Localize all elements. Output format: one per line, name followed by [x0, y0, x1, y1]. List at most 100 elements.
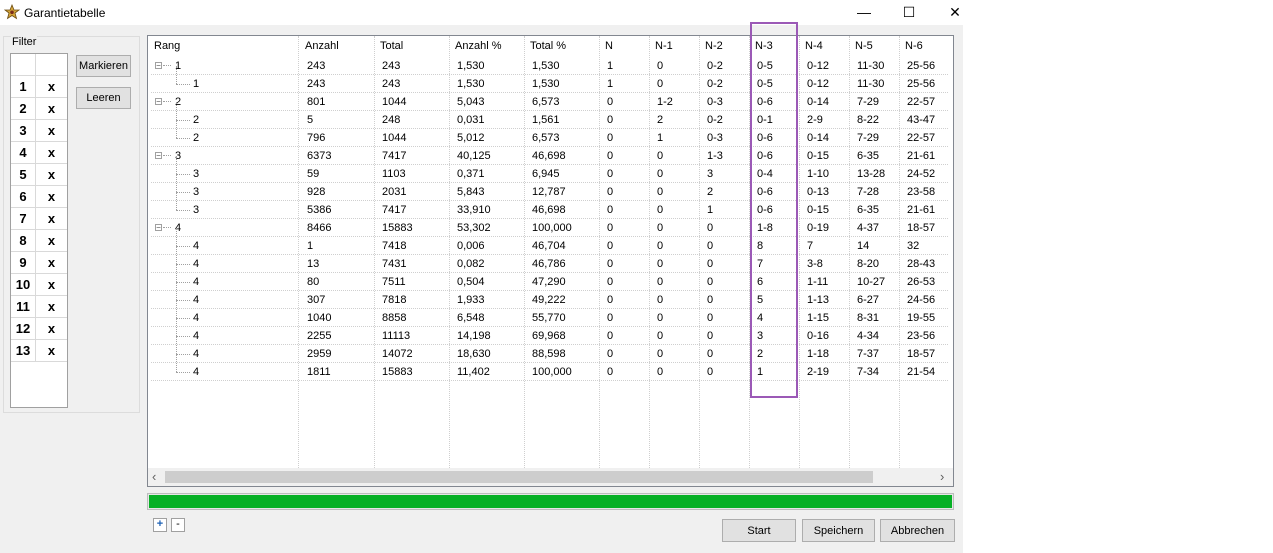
collapse-node-icon[interactable]: −: [155, 152, 162, 160]
tree-group-row[interactable]: −2 801 1044 5,043 6,573 0 1-2 0-3 0-6 0-14 7-29 22-…: [148, 93, 953, 111]
filter-row-mark[interactable]: x: [36, 164, 67, 186]
filter-row-mark[interactable]: x: [36, 296, 67, 318]
filter-row[interactable]: 7x: [11, 208, 67, 230]
tree-child-row[interactable]: 4 307 7818 1,933 49,222 0 0 0 5 1-13 6-27 24-56: [148, 282, 953, 309]
column-header[interactable]: N-4: [805, 40, 823, 52]
cell-anzahl-: 5,012: [457, 132, 485, 144]
filter-row-mark[interactable]: x: [36, 120, 67, 142]
filter-row-mark[interactable]: x: [36, 252, 67, 274]
collapse-node-icon[interactable]: −: [155, 98, 162, 106]
filter-row-mark[interactable]: x: [36, 318, 67, 340]
tree-child-row[interactable]: 3 928 2031 5,843 12,787 0 0 2 0-6 0-13 7-28 23-58: [148, 174, 953, 201]
cell-n-4: 0-15: [807, 204, 830, 216]
cell-n-5: 6-35: [857, 150, 880, 162]
filter-row-mark[interactable]: x: [36, 142, 67, 164]
tree-child-row[interactable]: 1 243 243 1,530 1,530 1 0 0-2 0-5 0-12 11-30 25-56: [148, 66, 953, 93]
filter-row[interactable]: 11 x: [11, 296, 67, 318]
filter-row-mark[interactable]: x: [36, 230, 67, 252]
horizontal-scrollbar[interactable]: ‹ ›: [148, 468, 953, 486]
column-header[interactable]: Rang: [154, 40, 180, 52]
cell-n: 0: [607, 204, 614, 216]
column-header[interactable]: N-5: [855, 40, 873, 52]
start-button[interactable]: Start: [722, 519, 796, 542]
tree-child-row[interactable]: 3 59 1103 0,371 6,945 0 0 3 0-4 1-10 13-28 24-52: [148, 156, 953, 183]
filter-list[interactable]: 1 x 2 x 3 x 4 x 5 x 6 x 7 x 8 x 9 x 10 x 11 x 12 x 13 x: [10, 53, 68, 408]
expand-all-button[interactable]: +: [153, 518, 167, 532]
tree-child-row[interactable]: 4 1040 8858 6,548 55,770 0 0 0 4 1-15 8-31 19-55: [148, 300, 953, 327]
column-header[interactable]: N: [605, 40, 613, 52]
tree-connector: [176, 192, 177, 210]
cell-n-2: 0-2: [707, 60, 723, 72]
filter-row-number: 10: [11, 274, 36, 296]
cancel-button[interactable]: Abbrechen: [880, 519, 955, 542]
filter-row[interactable]: 8x: [11, 230, 67, 252]
scroll-thumb[interactable]: [165, 471, 873, 483]
column-header[interactable]: N-1: [655, 40, 673, 52]
tree-group-row[interactable]: −3 6373 7417 40,125 46,698 0 0 1-3 0-6 0-15 6-35 21…: [148, 147, 953, 165]
filter-row[interactable]: 13 x: [11, 340, 67, 362]
cell-total: 1044: [382, 96, 407, 108]
save-button[interactable]: Speichern: [802, 519, 875, 542]
filter-row-mark[interactable]: x: [36, 208, 67, 230]
clear-button[interactable]: Leeren: [76, 87, 131, 109]
cell-n-2: 0-2: [707, 114, 723, 126]
column-header[interactable]: N-2: [705, 40, 723, 52]
collapse-node-icon[interactable]: −: [155, 224, 162, 232]
cell-n-1: 0: [657, 330, 664, 342]
cell-total: 11113: [382, 330, 411, 342]
tree-child-row[interactable]: 4 2255 11113 14,198 69,968 0 0 0 3 0-16 4-34 23-56: [148, 318, 953, 345]
cell-n-5: 7-29: [857, 132, 880, 144]
cell-n-1: 0: [657, 276, 664, 288]
filter-row-number: 2: [11, 98, 36, 120]
collapse-node-icon[interactable]: −: [155, 62, 162, 70]
cell-total-: 1,561: [532, 114, 560, 126]
filter-row[interactable]: 1x: [11, 76, 67, 98]
scroll-left-icon[interactable]: ‹: [152, 469, 156, 484]
tree-group-row[interactable]: −1 243 243 1,530 1,530 1 0 0-2 0-5 0-12 11-30 25-56: [148, 57, 953, 75]
cell-n-1: 0: [657, 60, 664, 72]
cell-anzahl-: 5,843: [457, 186, 485, 198]
filter-row[interactable]: 12 x: [11, 318, 67, 340]
tree-child-row[interactable]: 3 5386 7417 33,910 46,698 0 0 1 0-6 0-15 6-35 21-61: [148, 192, 953, 219]
collapse-all-button[interactable]: -: [171, 518, 185, 532]
cell-n: 1: [607, 78, 614, 90]
filter-row-mark[interactable]: x: [36, 98, 67, 120]
filter-row-mark[interactable]: x: [36, 274, 67, 296]
filter-row[interactable]: 9x: [11, 252, 67, 274]
column-header[interactable]: Total: [380, 40, 403, 52]
cell-n-5: 7-37: [857, 348, 880, 360]
cell-total: 2031: [382, 186, 407, 198]
filter-row[interactable]: 6x: [11, 186, 67, 208]
tree-child-row[interactable]: 2 5 248 0,031 1,561 0 2 0-2 0-1 2-9 8-22 43-47: [148, 102, 953, 129]
mark-button[interactable]: Markieren: [76, 55, 131, 77]
column-header[interactable]: N-6: [905, 40, 923, 52]
tree-child-row[interactable]: 4 1811 15883 11,402 100,000 0 0 0 1 2-19 7-34 21-54: [148, 354, 953, 381]
scroll-right-icon[interactable]: ›: [940, 469, 944, 484]
filter-row[interactable]: 5x: [11, 164, 67, 186]
filter-row[interactable]: 2x: [11, 98, 67, 120]
tree-child-row[interactable]: 4 80 7511 0,504 47,290 0 0 0 6 1-11 10-27 26-53: [148, 264, 953, 291]
guarantee-tree-table[interactable]: Rang Anzahl Total Anzahl % Total % N N-1 N-2 N-3…: [147, 35, 954, 487]
filter-row[interactable]: 3x: [11, 120, 67, 142]
close-button[interactable]: ✕: [932, 0, 963, 25]
cell-total: 7431: [382, 258, 407, 270]
filter-row[interactable]: 10 x: [11, 274, 67, 296]
progress-fill: [149, 495, 952, 508]
column-header[interactable]: Anzahl %: [455, 40, 501, 52]
tree-child-row[interactable]: 4 2959 14072 18,630 88,598 0 0 0 2 1-18 7-37 18-57: [148, 336, 953, 363]
cell-n-4: 0-12: [807, 78, 830, 90]
cell-total-: 6,573: [532, 96, 560, 108]
column-header[interactable]: Total %: [530, 40, 566, 52]
tree-child-row[interactable]: 2 796 1044 5,012 6,573 0 1 0-3 0-6 0-14 7-29 22-57: [148, 120, 953, 147]
cell-n-4: 0-15: [807, 150, 830, 162]
maximize-button[interactable]: ☐: [886, 0, 932, 25]
minimize-button[interactable]: —: [841, 0, 887, 25]
filter-row-mark[interactable]: x: [36, 186, 67, 208]
tree-child-row[interactable]: 4 1 7418 0,006 46,704 0 0 0 8 7 14 32: [148, 228, 953, 255]
filter-row-mark[interactable]: x: [36, 340, 67, 362]
tree-child-row[interactable]: 4 13 7431 0,082 46,786 0 0 0 7 3-8 8-20 28-43: [148, 246, 953, 273]
tree-group-row[interactable]: −4 8466 15883 53,302 100,000 0 0 0 1-8 0-19 4-37 18…: [148, 219, 953, 237]
filter-row-mark[interactable]: x: [36, 76, 67, 98]
filter-row[interactable]: 4x: [11, 142, 67, 164]
column-header[interactable]: Anzahl: [305, 40, 339, 52]
